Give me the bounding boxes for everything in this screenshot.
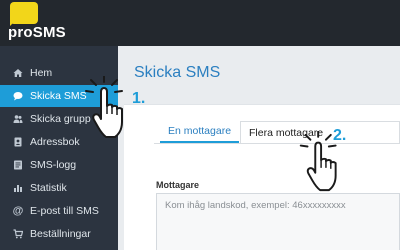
sidebar-item-label: Statistik	[30, 182, 67, 194]
main-content: Skicka SMS En mottagare Flera mottagare …	[118, 46, 400, 250]
send-sms-card: En mottagare Flera mottagare Mottagare	[124, 104, 400, 250]
sidebar-item-label: Skicka SMS	[30, 90, 87, 102]
top-bar: proSMS	[0, 0, 400, 46]
chart-icon	[12, 182, 24, 194]
step-2-label: 2.	[333, 127, 347, 144]
chat-icon	[12, 90, 24, 102]
recipient-field-wrapper	[156, 193, 400, 250]
logo[interactable]: proSMS	[8, 2, 68, 44]
home-icon	[12, 67, 24, 79]
sidebar-item-label: Adressbok	[30, 136, 80, 148]
sidebar-item-e-post-till-sms[interactable]: @ E-post till SMS	[0, 200, 118, 222]
users-icon	[12, 113, 24, 125]
sidebar-item-sms-logg[interactable]: SMS-logg	[0, 154, 118, 176]
recipient-label: Mottagare	[156, 180, 200, 190]
sidebar-item-label: E-post till SMS	[30, 205, 99, 217]
sidebar-item-bestallningar[interactable]: Beställningar	[0, 223, 118, 245]
sidebar-item-label: Hem	[30, 67, 53, 79]
cart-icon	[12, 228, 24, 240]
address-book-icon	[12, 136, 24, 148]
log-icon	[12, 159, 24, 171]
sidebar-item-statistik[interactable]: Statistik	[0, 177, 118, 199]
page-title: Skicka SMS	[134, 64, 221, 81]
sidebar-item-label: SMS-logg	[30, 159, 77, 171]
sidebar-item-label: Beställningar	[30, 228, 91, 240]
recipient-field[interactable]	[157, 194, 399, 250]
tab-en-mottagare[interactable]: En mottagare	[160, 121, 240, 143]
tab-divider	[154, 143, 400, 144]
logo-text: proSMS	[8, 24, 66, 41]
at-icon: @	[12, 205, 24, 217]
pointing-hand-icon	[85, 76, 123, 138]
step-1-label: 1.	[132, 90, 146, 107]
